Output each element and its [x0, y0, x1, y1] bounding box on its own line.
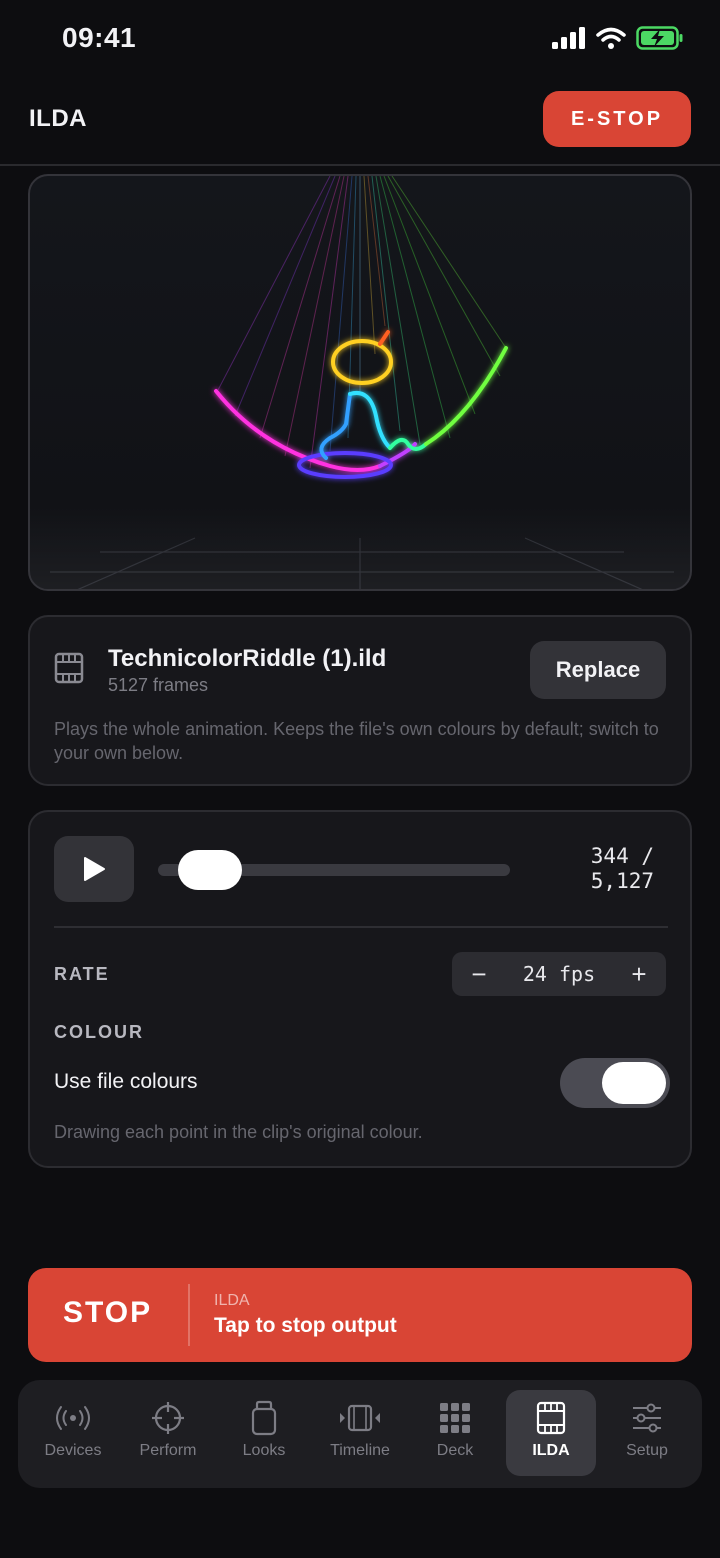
tab-setup[interactable]: Setup [602, 1390, 692, 1476]
tab-timeline[interactable]: Timeline [315, 1390, 405, 1476]
file-card: TechnicolorRiddle (1).ild 5127 frames Re… [28, 615, 692, 786]
colour-label: COLOUR [54, 1022, 144, 1042]
laser-figure [214, 330, 508, 479]
cup-icon [251, 1400, 277, 1436]
tab-label: Setup [626, 1442, 668, 1459]
tab-perform[interactable]: Perform [123, 1390, 213, 1476]
rate-value: 24 fps [522, 962, 596, 986]
app-header: ILDA E-STOP [0, 80, 720, 166]
laser-preview [28, 174, 692, 591]
beam-fan [217, 176, 507, 469]
divider [54, 926, 668, 928]
file-description: Plays the whole animation. Keeps the fil… [54, 719, 659, 763]
stop-divider [188, 1284, 190, 1346]
rate-label: RATE [54, 964, 110, 984]
page-title: ILDA [29, 105, 87, 132]
frame-readout: 344 / 5,127 [591, 844, 654, 894]
sliders-icon [633, 1403, 661, 1433]
use-file-colours-toggle[interactable] [560, 1058, 670, 1108]
tab-label: Deck [436, 1442, 474, 1459]
replace-button[interactable]: Replace [530, 641, 666, 699]
battery-charging-icon [636, 26, 683, 50]
stop-output-button[interactable]: STOP ILDA Tap to stop output [28, 1268, 692, 1362]
stop-label: STOP [63, 1296, 153, 1329]
scrub-thumb[interactable] [178, 850, 242, 890]
tab-label: ILDA [532, 1442, 570, 1459]
tab-label: Perform [139, 1442, 197, 1459]
crosshair-icon [152, 1402, 184, 1434]
use-file-colours-label: Use file colours [54, 1070, 198, 1093]
frame-current: 344 / [590, 844, 654, 868]
film-icon [536, 1401, 566, 1435]
file-name: TechnicolorRiddle (1).ild [108, 645, 387, 672]
estop-button[interactable]: E-STOP [543, 91, 691, 147]
toggle-knob [602, 1062, 666, 1104]
file-frame-count: 5127 frames [108, 675, 209, 695]
frame-total: 5,127 [590, 869, 654, 893]
status-icons [552, 26, 684, 50]
tab-label: Looks [242, 1442, 286, 1459]
playback-card: 344 / 5,127 RATE − 24 fps + COLOUR Use f… [28, 810, 692, 1168]
stop-hint: Tap to stop output [214, 1314, 397, 1337]
tab-deck[interactable]: Deck [410, 1390, 500, 1476]
signal-icon [552, 27, 585, 49]
tab-label: Timeline [330, 1442, 390, 1459]
stop-mode: ILDA [214, 1292, 250, 1309]
tab-bar: Devices Perform Looks Timeline Deck ILDA… [18, 1380, 702, 1488]
laser-preview-canvas [30, 176, 690, 589]
timeline-icon [340, 1404, 380, 1432]
rate-stepper: − 24 fps + [452, 952, 666, 996]
film-icon [54, 652, 84, 684]
rate-decrease-button[interactable]: − [468, 961, 490, 987]
broadcast-icon [56, 1406, 90, 1430]
play-button[interactable] [54, 836, 134, 902]
play-icon [84, 857, 105, 881]
status-bar: 09:41 [0, 0, 720, 80]
grid-icon [440, 1403, 470, 1433]
tab-looks[interactable]: Looks [219, 1390, 309, 1476]
tab-ilda[interactable]: ILDA [506, 1390, 596, 1476]
rate-increase-button[interactable]: + [628, 961, 650, 987]
wifi-icon [596, 27, 626, 49]
colour-note: Drawing each point in the clip's origina… [54, 1122, 423, 1142]
status-time: 09:41 [62, 22, 137, 53]
tab-devices[interactable]: Devices [28, 1390, 118, 1476]
tab-label: Devices [44, 1442, 102, 1459]
